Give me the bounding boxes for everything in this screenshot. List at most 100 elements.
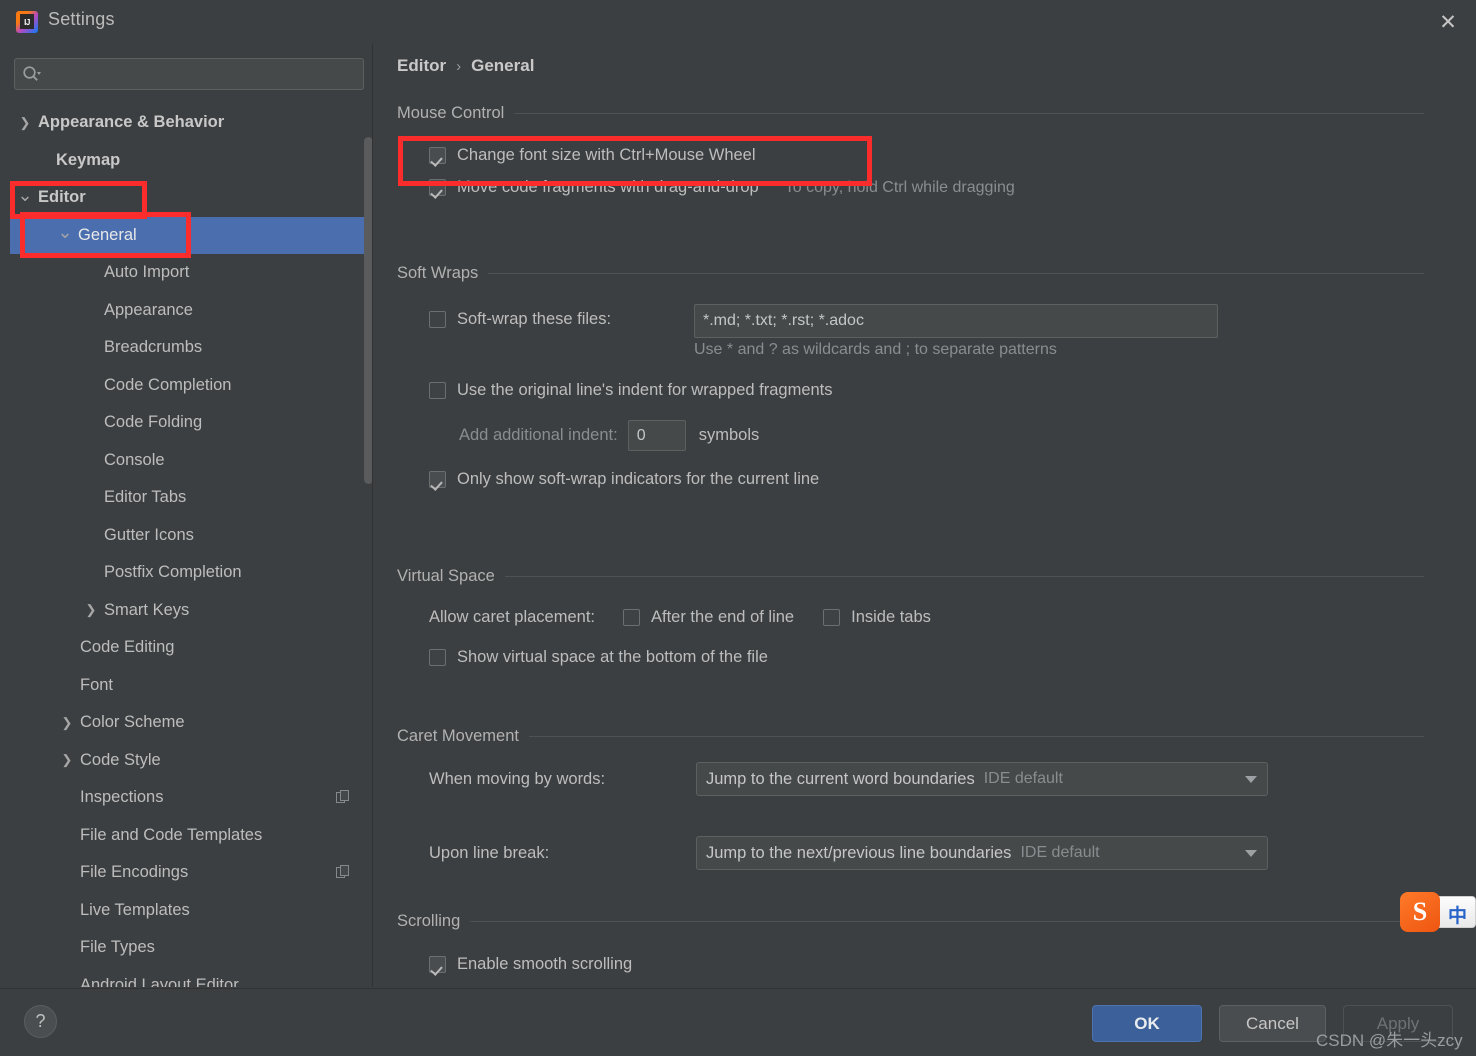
sidebar-item-label: Code Completion [104,375,232,394]
sidebar-item-code-editing[interactable]: Code Editing [10,629,372,667]
option-soft-wrap-files[interactable]: Soft-wrap these files: [429,304,1476,338]
sidebar-item-postfix-completion[interactable]: Postfix Completion [10,554,372,592]
copy-settings-icon[interactable] [336,865,350,879]
after-end-of-line-checkbox[interactable] [623,609,640,626]
sidebar-item-label: Postfix Completion [104,563,242,582]
sidebar-item-android-layout-editor[interactable]: Android Layout Editor [10,967,372,987]
chevron-down-icon[interactable] [1245,776,1257,783]
original-indent-checkbox[interactable] [429,382,446,399]
when-moving-by-words-dropdown[interactable]: Jump to the current word boundaries IDE … [696,762,1268,796]
show-virtual-space-checkbox[interactable] [429,649,446,666]
title-bar: IJ Settings ✕ [0,0,1476,44]
sidebar-item-keymap[interactable]: Keymap [10,142,372,180]
sogou-ime-widget[interactable]: S 中 [1400,892,1476,932]
inside-tabs-checkbox[interactable] [823,609,841,626]
chevron-down-icon[interactable]: ⌄ [16,185,34,205]
sidebar-item-appearance-behavior[interactable]: ❯ Appearance & Behavior [10,104,372,142]
sidebar-item-smart-keys[interactable]: ❯ Smart Keys [10,592,372,630]
sidebar-item-live-templates[interactable]: Live Templates [10,892,372,930]
sidebar-item-code-style[interactable]: ❯ Code Style [10,742,372,780]
sidebar-item-appearance[interactable]: Appearance [10,292,372,330]
group-title: Caret Movement [397,726,519,745]
group-header-virtual-space: Virtual Space [397,565,1476,587]
sidebar-item-label: Console [104,450,165,469]
sidebar-item-file-and-code-templates[interactable]: File and Code Templates [10,817,372,855]
sidebar-item-inspections[interactable]: Inspections [10,779,372,817]
chevron-right-icon[interactable]: ❯ [82,601,100,619]
sidebar-item-breadcrumbs[interactable]: Breadcrumbs [10,329,372,367]
additional-indent-row: Add additional indent: symbols [459,420,1476,451]
search-input[interactable] [46,59,358,87]
chevron-down-icon[interactable]: ⌄ [56,222,74,242]
sidebar-item-code-folding[interactable]: Code Folding [10,404,372,442]
upon-line-break-label: Upon line break: [429,844,550,862]
sidebar-item-auto-import[interactable]: Auto Import [10,254,372,292]
dropdown-value: Jump to the next/previous line boundarie… [706,843,1012,862]
chevron-right-icon[interactable]: ❯ [58,751,76,769]
option-show-virtual-space[interactable]: Show virtual space at the bottom of the … [429,648,1476,667]
group-mouse-control: Mouse Control Change font size with Ctrl… [373,102,1476,197]
sidebar-item-label: Inspections [80,788,164,807]
cancel-button[interactable]: Cancel [1219,1005,1326,1042]
close-icon[interactable]: ✕ [1420,0,1476,44]
group-divider-line [488,272,1424,274]
intellij-idea-logo-icon: IJ [16,11,38,33]
sidebar-item-label: Appearance [104,300,193,319]
sidebar-item-general[interactable]: ⌄ General [10,216,372,254]
move-code-fragments-checkbox[interactable] [429,179,446,196]
ime-mode-label[interactable]: 中 [1448,901,1467,928]
ok-button[interactable]: OK [1092,1005,1202,1042]
sidebar-item-label: File and Code Templates [80,825,263,844]
sidebar-item-label: Auto Import [104,263,190,282]
only-show-indicators-checkbox[interactable] [429,471,446,488]
sidebar-item-gutter-icons[interactable]: Gutter Icons [10,517,372,555]
enable-smooth-scrolling-label: Enable smooth scrolling [457,955,633,973]
copy-settings-icon[interactable] [336,790,350,804]
sidebar-item-font[interactable]: Font [10,667,372,705]
sidebar-item-label: File Encodings [80,863,189,882]
change-font-size-checkbox[interactable] [429,147,446,164]
group-divider-line [470,920,1424,922]
chevron-right-icon: › [456,57,462,75]
upon-line-break-dropdown[interactable]: Jump to the next/previous line boundarie… [696,836,1268,870]
group-header-soft-wraps: Soft Wraps [397,262,1476,284]
option-original-indent[interactable]: Use the original line's indent for wrapp… [429,381,1476,400]
group-divider-line [504,575,1424,577]
chevron-right-icon[interactable]: ❯ [16,114,34,132]
sidebar-item-label: Keymap [56,150,121,169]
sogou-logo-icon[interactable]: S [1400,892,1440,932]
sidebar-item-console[interactable]: Console [10,442,372,480]
enable-smooth-scrolling-checkbox[interactable] [429,956,446,973]
sidebar-item-label: Code Folding [104,413,203,432]
group-title: Virtual Space [397,566,495,585]
sidebar-item-file-types[interactable]: File Types [10,929,372,967]
sidebar-item-file-encodings[interactable]: File Encodings [10,854,372,892]
option-only-show-indicators[interactable]: Only show soft-wrap indicators for the c… [429,470,1476,489]
option-enable-smooth-scrolling[interactable]: Enable smooth scrolling [429,955,1476,974]
original-indent-label: Use the original line's indent for wrapp… [457,381,833,399]
sidebar-item-code-completion[interactable]: Code Completion [10,367,372,405]
group-title: Mouse Control [397,103,505,122]
help-icon[interactable]: ? [24,1005,57,1038]
chevron-right-icon[interactable]: ❯ [58,714,76,732]
option-change-font-size[interactable]: Change font size with Ctrl+Mouse Wheel [429,146,1476,165]
soft-wrap-files-label: Soft-wrap these files: [457,310,612,328]
group-divider-line [528,735,1424,737]
sidebar-item-label: Gutter Icons [104,525,194,544]
additional-indent-input[interactable] [627,420,686,451]
sidebar-item-color-scheme[interactable]: ❯ Color Scheme [10,704,372,742]
option-move-code-fragments[interactable]: Move code fragments with drag-and-drop T… [429,178,1476,197]
chevron-down-icon[interactable] [1245,850,1257,857]
sidebar-item-editor[interactable]: ⌄ Editor [10,179,372,217]
soft-wrap-patterns-input[interactable] [694,304,1218,338]
breadcrumb-root[interactable]: Editor [397,56,446,76]
settings-dialog: IJ Settings ✕ ❯ Appearance & Behavior Keym… [0,0,1476,1056]
settings-content-pane: Editor › General Mouse Control Change fo… [373,44,1476,987]
search-icon[interactable] [22,65,42,83]
wildcard-hint: Use * and ? as wildcards and ; to separa… [694,341,1057,358]
soft-wrap-files-checkbox[interactable] [429,311,446,328]
upon-line-break-row: Upon line break: Jump to the next/previo… [429,836,1476,870]
group-header-caret-movement: Caret Movement [397,725,1476,747]
inside-tabs-label: Inside tabs [851,608,931,626]
sidebar-item-editor-tabs[interactable]: Editor Tabs [10,479,372,517]
